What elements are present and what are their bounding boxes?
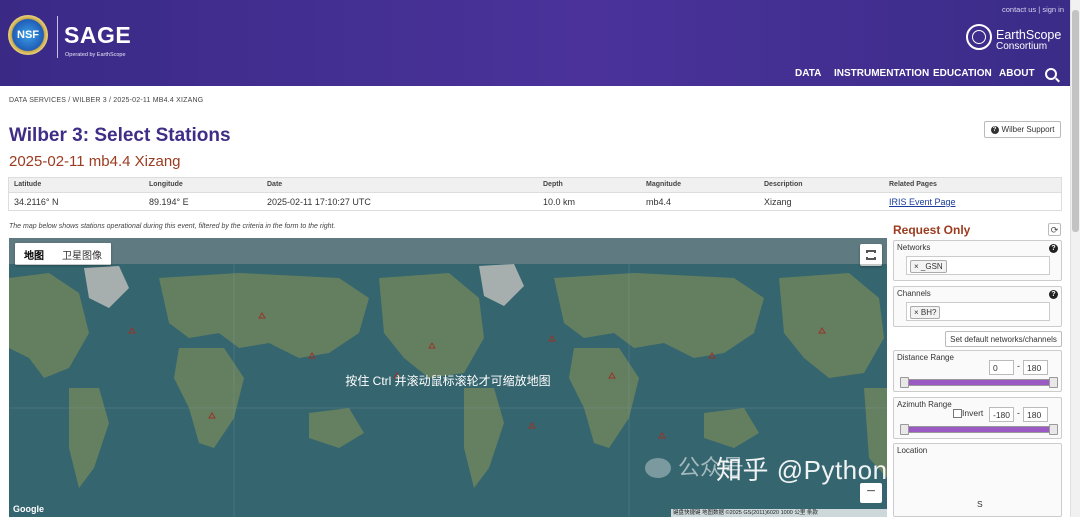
azimuth-slider-min-handle[interactable] [900,424,909,435]
event-title: 2025-02-11 mb4.4 Xizang [9,153,181,170]
breadcrumb-event: 2025-02-11 MB4.4 XIZANG [113,97,204,104]
location-box: Location S [893,443,1062,517]
nav-about[interactable]: ABOUT [999,68,1035,79]
invert-label: Invert [962,408,984,418]
invert-checkbox[interactable] [953,409,962,418]
td-description: Xizang [764,197,792,207]
networks-box: Networks ? × _GSN [893,240,1062,281]
location-south-label: S [977,499,983,509]
breadcrumb-separator: / [68,97,71,104]
th-magnitude: Magnitude [646,181,681,188]
channels-label: Channels [897,289,931,298]
wilber-support-label: Wilber Support [1001,125,1055,134]
fullscreen-icon[interactable] [860,244,882,266]
distance-min-input[interactable]: 0 [989,360,1014,375]
tab-map[interactable]: 地图 [15,243,53,265]
td-date: 2025-02-11 17:10:27 UTC [267,197,371,207]
th-depth: Depth [543,181,563,188]
refresh-icon[interactable]: ⟳ [1048,223,1061,236]
networks-input[interactable]: × _GSN [906,256,1050,275]
scrollbar-thumb[interactable] [1072,10,1079,232]
td-magnitude: mb4.4 [646,197,672,207]
sign-in-link[interactable]: sign in [1042,5,1064,14]
network-tag-gsn[interactable]: × _GSN [910,260,947,273]
azimuth-min-input[interactable]: -180 [989,407,1014,422]
distance-range-label: Distance Range [897,353,954,362]
th-longitude: Longitude [149,181,183,188]
breadcrumb-data-services[interactable]: DATA SERVICES [9,97,66,104]
google-logo: Google [13,504,44,514]
th-description: Description [764,181,803,188]
wilber-support-button[interactable]: ? Wilber Support [984,121,1061,138]
channels-input[interactable]: × BH? [906,302,1050,321]
map-top-bar [9,238,887,264]
breadcrumb-wilber3[interactable]: WILBER 3 [73,97,107,104]
td-depth: 10.0 km [543,197,576,207]
nav-education[interactable]: EDUCATION [933,68,992,79]
distance-slider-min-handle[interactable] [900,377,909,388]
sage-subtitle: Operated by EarthScope [65,52,126,58]
azimuth-range-box: Azimuth Range Invert -180 - 180 [893,397,1062,439]
question-circle-icon: ? [990,125,999,134]
azimuth-range-dash: - [1017,408,1020,418]
top-links: contact us | sign in [1002,5,1064,14]
distance-range-dash: - [1017,361,1020,371]
event-info-table: Latitude Longitude Date Depth Magnitude … [8,177,1062,211]
nav-data[interactable]: DATA [795,68,821,79]
distance-range-box: Distance Range 0 - 180 [893,350,1062,392]
sage-title[interactable]: SAGE [64,22,131,49]
map-type-tabs: 地图 卫星图像 [15,243,111,265]
earthscope-name[interactable]: EarthScope [996,29,1061,42]
networks-help-icon[interactable]: ? [1049,244,1058,253]
iris-event-page-link[interactable]: IRIS Event Page [889,197,956,207]
site-header: NSF SAGE Operated by EarthScope contact … [0,0,1070,86]
networks-label: Networks [897,243,931,252]
th-date: Date [267,181,283,188]
azimuth-max-input[interactable]: 180 [1023,407,1048,422]
page-scrollbar[interactable] [1070,0,1080,517]
set-default-networks-button[interactable]: Set default networks/channels [945,331,1062,347]
contact-us-link[interactable]: contact us [1002,5,1036,14]
td-latitude: 34.2116° N [14,197,59,207]
tab-satellite[interactable]: 卫星图像 [53,243,111,265]
map-zoom-hint: 按住 Ctrl 并滚动鼠标滚轮才可缩放地图 [345,374,551,388]
earthscope-sub: Consortium [996,41,1048,52]
channel-tag-bh[interactable]: × BH? [910,306,941,319]
breadcrumb: DATA SERVICES / WILBER 3 / 2025-02-11 MB… [9,97,203,104]
distance-max-input[interactable]: 180 [1023,360,1048,375]
earthscope-logo-icon[interactable] [966,24,992,50]
azimuth-range-label: Azimuth Range [897,400,952,409]
location-label: Location [897,446,928,455]
breadcrumb-separator: / [108,97,112,104]
map-attribution[interactable]: 键盘快捷键 地图数据 ©2025 GS(2011)6020 1000 公里 条款 [671,509,887,517]
nav-instrumentation[interactable]: INSTRUMENTATION [834,68,929,79]
channels-box: Channels ? × BH? [893,286,1062,327]
nsf-logo-text: NSF [17,29,39,41]
map-note: The map below shows stations operational… [9,223,336,230]
top-links-separator: | [1038,5,1041,14]
request-only-title: Request Only [893,223,971,237]
distance-slider[interactable] [900,377,1058,388]
wechat-icon [645,458,671,478]
azimuth-slider[interactable] [900,424,1058,435]
logo-divider [57,16,58,58]
th-related-pages: Related Pages [889,181,937,188]
td-longitude: 89.194° E [149,197,189,207]
channels-help-icon[interactable]: ? [1049,290,1058,299]
th-latitude: Latitude [14,181,42,188]
nsf-logo[interactable]: NSF [8,15,48,55]
search-icon[interactable] [1045,68,1057,80]
distance-slider-max-handle[interactable] [1049,377,1058,388]
page-title: Wilber 3: Select Stations [9,125,231,146]
azimuth-slider-max-handle[interactable] [1049,424,1058,435]
